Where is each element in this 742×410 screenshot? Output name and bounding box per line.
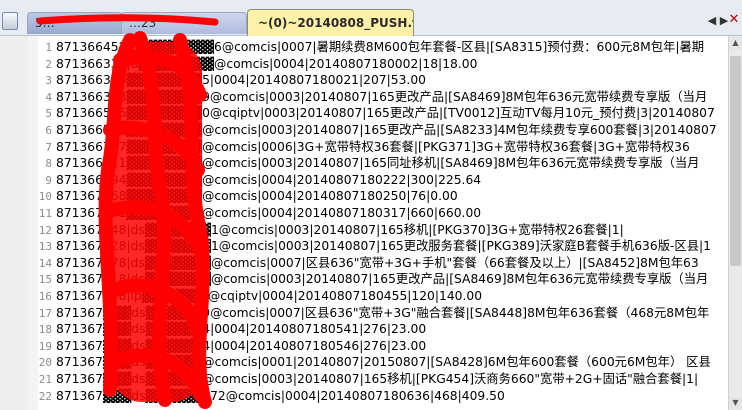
scroll-thumb[interactable] bbox=[730, 56, 741, 266]
close-tab-icon[interactable]: ✕ bbox=[727, 12, 741, 28]
tab-bar: 5… …23 ~(0)~20140808_PUSH.txt ◀ ▶ ✕ bbox=[0, 0, 742, 36]
line-text[interactable]: 871367▓▓▓ds▓▓▓▓▓▓072@comcis|0004|2014080… bbox=[56, 387, 505, 406]
tab-file-1[interactable]: 5… bbox=[27, 12, 123, 34]
text-editor[interactable]: 1 871366452|d▓▓▓▓▓▓▓▓6@comcis|0007|暑期续费8M… bbox=[0, 36, 728, 410]
tab-file-2[interactable]: …23 bbox=[121, 12, 247, 34]
document-list-icon[interactable] bbox=[2, 12, 18, 30]
editor-line[interactable]: 22 871367▓▓▓ds▓▓▓▓▓▓072@comcis|0004|20140… bbox=[0, 387, 728, 406]
tab-scroll-left-icon[interactable]: ◀ bbox=[706, 14, 718, 28]
line-number: 22 bbox=[38, 389, 52, 403]
scroll-down-icon[interactable]: ▼ bbox=[729, 396, 742, 410]
tab-active-push-file[interactable]: ~(0)~20140808_PUSH.txt bbox=[247, 9, 414, 36]
scroll-up-icon[interactable]: ▲ bbox=[729, 36, 742, 50]
vertical-scrollbar[interactable]: ▲ ▼ bbox=[728, 36, 742, 410]
